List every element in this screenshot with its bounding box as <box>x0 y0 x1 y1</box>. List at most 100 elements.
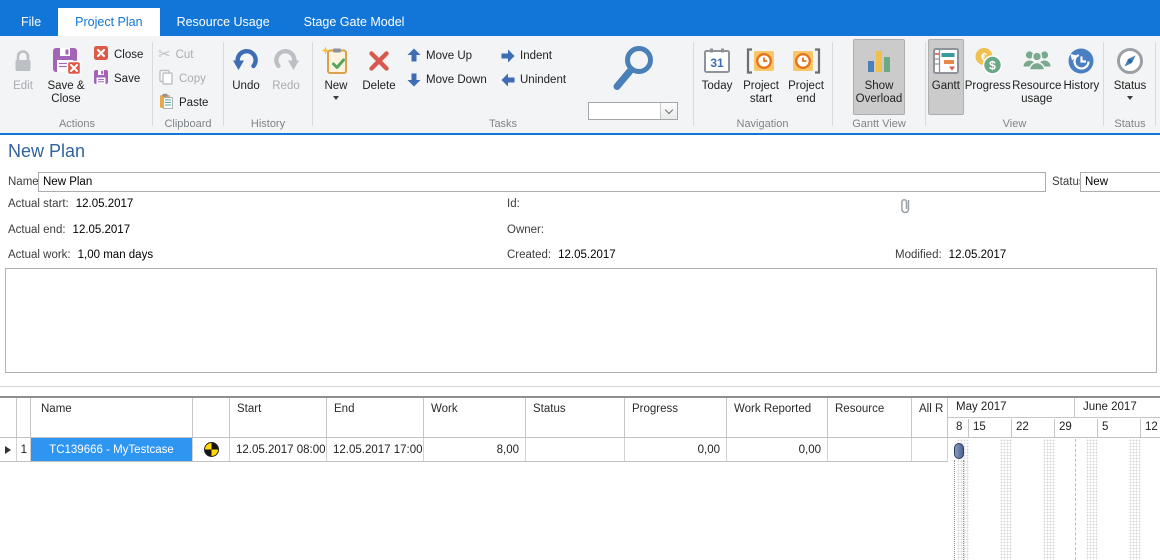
actual-end-value: 12.05.2017 <box>73 224 131 236</box>
header-all-resources[interactable]: All R <box>912 398 948 437</box>
today-button[interactable]: 31 Today <box>696 39 738 115</box>
header-work-reported[interactable]: Work Reported <box>727 398 828 437</box>
new-button[interactable]: New <box>315 39 357 115</box>
row-number-cell: 1 <box>17 438 31 461</box>
gantt-month-header: May 2017 June 2017 <box>948 398 1160 418</box>
header-work[interactable]: Work <box>424 398 526 437</box>
lock-icon <box>10 43 36 79</box>
search-input[interactable] <box>589 103 660 119</box>
id-label: Id: <box>507 198 520 210</box>
cell-end[interactable]: 12.05.2017 17:00 <box>327 438 424 461</box>
progress-button[interactable]: €$ Progress <box>964 39 1012 115</box>
grid-header-row: Name Start End Work Status Progress Work… <box>0 398 948 438</box>
ribbon-group-tasks: New Delete Move Up Move D <box>315 36 691 131</box>
actual-end-label: Actual end: <box>8 224 66 236</box>
cell-resource[interactable] <box>828 438 912 461</box>
header-resource[interactable]: Resource <box>828 398 912 437</box>
gantt-month-may: May 2017 <box>948 398 1075 417</box>
cell-all-resources[interactable] <box>912 438 948 461</box>
header-start[interactable]: Start <box>230 398 327 437</box>
move-down-button[interactable]: Move Down <box>407 70 501 90</box>
redo-button: Redo <box>266 39 306 115</box>
tab-file[interactable]: File <box>4 8 58 36</box>
gantt-view-group-label: Gantt View <box>835 118 923 130</box>
weekend-shading <box>1000 439 1012 560</box>
indent-button[interactable]: Indent <box>501 46 577 66</box>
status-button[interactable]: Status <box>1107 39 1153 115</box>
arrow-left-icon <box>501 73 515 87</box>
created-row: Created: 12.05.2017 <box>507 249 616 261</box>
bar-chart-icon <box>864 43 894 79</box>
search-icon[interactable] <box>606 41 660 98</box>
save-icon <box>93 69 109 88</box>
gantt-button[interactable]: Gantt <box>928 39 964 115</box>
group-separator <box>925 42 926 126</box>
modified-row: Modified: 12.05.2017 <box>895 249 1006 261</box>
header-indicator <box>0 398 17 437</box>
delete-button[interactable]: Delete <box>357 39 401 115</box>
task-grid: Name Start End Work Status Progress Work… <box>0 398 1160 560</box>
history-view-button[interactable]: History <box>1062 39 1101 115</box>
header-status[interactable]: Status <box>526 398 625 437</box>
page-title: New Plan <box>8 141 85 162</box>
resource-usage-button[interactable]: Resource usage <box>1012 39 1062 115</box>
cell-status[interactable] <box>526 438 625 461</box>
gantt-week-tick: 15 <box>969 419 1012 437</box>
paperclip-icon[interactable] <box>900 196 912 218</box>
cell-progress[interactable]: 0,00 <box>625 438 727 461</box>
history-group-label: History <box>226 118 310 130</box>
cut-label: Cut <box>176 49 194 61</box>
group-separator <box>693 42 694 126</box>
modified-label: Modified: <box>895 249 942 261</box>
undo-button[interactable]: Undo <box>226 39 266 115</box>
actual-work-label: Actual work: <box>8 249 71 261</box>
combobox-dropdown-button[interactable] <box>660 103 677 119</box>
today-label: Today <box>702 80 733 93</box>
close-button[interactable]: Close <box>90 44 146 65</box>
group-separator <box>832 42 833 126</box>
tab-project-plan[interactable]: Project Plan <box>58 8 159 36</box>
paste-button[interactable]: Paste <box>155 92 211 113</box>
status-group-label: Status <box>1106 118 1154 130</box>
header-name[interactable]: Name <box>31 398 193 437</box>
actual-start-label: Actual start: <box>8 198 69 210</box>
unindent-button[interactable]: Unindent <box>501 70 577 90</box>
ribbon-group-gantt-view: Show Overload Gantt View <box>835 36 923 131</box>
save-button[interactable]: Save <box>90 68 146 89</box>
table-row[interactable]: 1 TC139666 - MyTestcase 12.05.2017 08:00… <box>0 438 948 462</box>
close-label: Close <box>114 49 143 61</box>
header-progress[interactable]: Progress <box>625 398 727 437</box>
chevron-down-icon <box>665 105 673 113</box>
tab-resource-usage[interactable]: Resource Usage <box>160 8 287 36</box>
gantt-week-tick: 29 <box>1055 419 1098 437</box>
show-overload-button[interactable]: Show Overload <box>853 39 905 115</box>
cell-work[interactable]: 8,00 <box>424 438 526 461</box>
move-up-button[interactable]: Move Up <box>407 46 501 66</box>
new-task-icon <box>321 43 351 79</box>
tab-stage-gate-model[interactable]: Stage Gate Model <box>287 8 422 36</box>
group-separator <box>152 42 153 126</box>
header-end[interactable]: End <box>327 398 424 437</box>
cell-start[interactable]: 12.05.2017 08:00 <box>230 438 327 461</box>
project-end-button[interactable]: Project end <box>784 39 828 115</box>
weekend-shading <box>1043 439 1055 560</box>
created-value: 12.05.2017 <box>558 249 616 261</box>
description-box[interactable] <box>5 268 1157 373</box>
name-input[interactable] <box>38 172 1046 192</box>
gantt-chart-icon <box>931 43 961 79</box>
project-start-clock-icon <box>745 43 777 79</box>
unindent-label: Unindent <box>520 74 566 86</box>
cell-work-reported[interactable]: 0,00 <box>727 438 828 461</box>
gantt-task-bar[interactable] <box>954 443 964 459</box>
copy-button: Copy <box>155 68 211 89</box>
new-label: New <box>324 80 347 93</box>
save-and-close-button[interactable]: Save & Close <box>42 39 90 115</box>
group-separator <box>1155 42 1156 126</box>
paste-label: Paste <box>179 97 208 109</box>
group-separator <box>1103 42 1104 126</box>
status-input[interactable] <box>1080 172 1160 192</box>
view-group-label: View <box>928 118 1101 130</box>
cell-name-selected[interactable]: TC139666 - MyTestcase <box>31 438 193 461</box>
project-start-button[interactable]: Project start <box>738 39 784 115</box>
cell-type-icon[interactable] <box>193 438 230 461</box>
